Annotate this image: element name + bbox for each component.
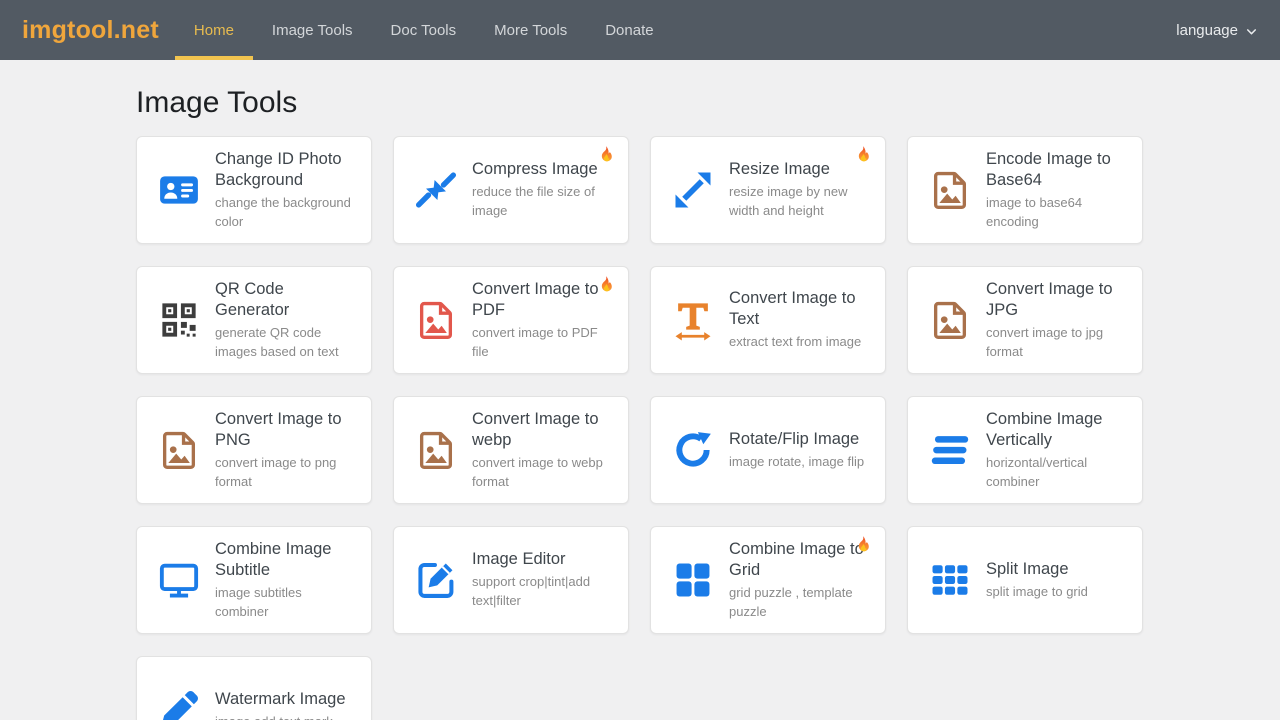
tool-title: Image Editor bbox=[472, 550, 566, 569]
qr-code-icon bbox=[158, 299, 200, 341]
nav-item-more-tools[interactable]: More Tools bbox=[475, 0, 586, 60]
tool-card-convert-image-to-webp[interactable]: Convert Image to webp convert image to w… bbox=[393, 396, 629, 504]
tool-card-combine-image-vertically[interactable]: Combine Image Vertically horizontal/vert… bbox=[907, 396, 1143, 504]
tool-card-convert-image-to-text[interactable]: Convert Image to Text extract text from … bbox=[650, 266, 886, 374]
file-image-icon bbox=[929, 299, 971, 341]
file-image-icon bbox=[158, 429, 200, 471]
tool-title: Combine Image Subtitle bbox=[215, 539, 332, 579]
tool-card-compress-image[interactable]: Compress Image reduce the file size of i… bbox=[393, 136, 629, 244]
tool-desc: resize image by new width and height bbox=[729, 184, 848, 219]
tool-desc: convert image to webp format bbox=[472, 454, 603, 489]
flame-icon bbox=[854, 535, 872, 553]
tool-title: Convert Image to PDF bbox=[472, 279, 599, 319]
navbar: imgtool.net Home Image Tools Doc Tools M… bbox=[0, 0, 1280, 60]
tool-title: Compress Image bbox=[472, 160, 598, 179]
text-width-icon bbox=[672, 299, 714, 341]
nav-item-donate[interactable]: Donate bbox=[586, 0, 672, 60]
tool-card-convert-image-to-pdf[interactable]: Convert Image to PDF convert image to PD… bbox=[393, 266, 629, 374]
tool-title: Rotate/Flip Image bbox=[729, 429, 860, 448]
bars-icon bbox=[929, 429, 971, 471]
grid-3x3-icon bbox=[929, 559, 971, 601]
tool-title: Encode Image to Base64 bbox=[986, 149, 1111, 189]
flame-icon bbox=[854, 145, 872, 163]
tool-desc: convert image to jpg format bbox=[986, 324, 1104, 359]
tool-title: Split Image bbox=[986, 559, 1069, 578]
compress-icon bbox=[415, 169, 457, 211]
chevron-down-icon bbox=[1245, 25, 1258, 38]
tool-desc: image rotate, image flip bbox=[729, 453, 865, 469]
file-image-icon bbox=[929, 169, 971, 211]
tool-desc: image to base64 encoding bbox=[986, 194, 1083, 229]
tool-title: Watermark Image bbox=[215, 689, 346, 708]
tool-card-watermark-image[interactable]: Watermark Image image add text mark bbox=[136, 656, 372, 720]
tool-title: Convert Image to webp bbox=[472, 409, 599, 449]
file-image-icon bbox=[415, 299, 457, 341]
rotate-icon bbox=[672, 429, 714, 471]
tool-title: Combine Image to Grid bbox=[729, 539, 864, 579]
tool-desc: convert image to PDF file bbox=[472, 324, 598, 359]
tool-desc: image add text mark bbox=[215, 713, 358, 720]
tool-card-rotate-flip-image[interactable]: Rotate/Flip Image image rotate, image fl… bbox=[650, 396, 886, 504]
language-label: language bbox=[1176, 21, 1238, 39]
brand-logo[interactable]: imgtool.net bbox=[22, 16, 159, 45]
tool-card-resize-image[interactable]: Resize Image resize image by new width a… bbox=[650, 136, 886, 244]
tool-desc: extract text from image bbox=[729, 334, 862, 350]
flame-icon bbox=[597, 275, 615, 293]
tool-card-encode-image-to-base64[interactable]: Encode Image to Base64 image to base64 e… bbox=[907, 136, 1143, 244]
tool-desc: convert image to png format bbox=[215, 454, 337, 489]
nav-item-doc-tools[interactable]: Doc Tools bbox=[372, 0, 476, 60]
tool-card-combine-image-to-grid[interactable]: Combine Image to Grid grid puzzle , temp… bbox=[650, 526, 886, 634]
tool-card-convert-image-to-jpg[interactable]: Convert Image to JPG convert image to jp… bbox=[907, 266, 1143, 374]
tool-desc: reduce the file size of image bbox=[472, 184, 595, 219]
tool-card-image-editor[interactable]: Image Editor support crop|tint|add text|… bbox=[393, 526, 629, 634]
tool-card-change-id-photo-background[interactable]: Change ID Photo Background change the ba… bbox=[136, 136, 372, 244]
monitor-icon bbox=[158, 559, 200, 601]
grid-2x2-icon bbox=[672, 559, 714, 601]
tool-desc: horizontal/vertical combiner bbox=[986, 454, 1088, 489]
tool-title: Convert Image to JPG bbox=[986, 279, 1113, 319]
tool-title: Combine Image Vertically bbox=[986, 409, 1103, 449]
tool-desc: change the background color bbox=[215, 194, 351, 229]
tool-card-split-image[interactable]: Split Image split image to grid bbox=[907, 526, 1143, 634]
tool-desc: image subtitles combiner bbox=[215, 584, 302, 619]
tools-grid: Change ID Photo Background change the ba… bbox=[136, 136, 1143, 720]
language-menu[interactable]: language bbox=[1176, 0, 1258, 60]
page-title: Image Tools bbox=[136, 86, 298, 119]
main-nav: Home Image Tools Doc Tools More Tools Do… bbox=[174, 0, 673, 60]
tool-title: Convert Image to Text bbox=[729, 288, 856, 329]
tool-title: Convert Image to PNG bbox=[215, 409, 342, 449]
tool-card-combine-image-subtitle[interactable]: Combine Image Subtitle image subtitles c… bbox=[136, 526, 372, 634]
pen-icon bbox=[158, 689, 200, 720]
id-card-icon bbox=[158, 169, 200, 211]
tool-desc: support crop|tint|add text|filter bbox=[472, 574, 591, 609]
tool-title: QR Code Generator bbox=[215, 279, 290, 319]
tool-card-qr-code-generator[interactable]: QR Code Generator generate QR code image… bbox=[136, 266, 372, 374]
content: Image Tools Change ID Photo Background c… bbox=[136, 86, 1143, 720]
tool-desc: grid puzzle , template puzzle bbox=[729, 584, 853, 619]
nav-item-home[interactable]: Home bbox=[174, 0, 253, 60]
tool-card-convert-image-to-png[interactable]: Convert Image to PNG convert image to pn… bbox=[136, 396, 372, 504]
flame-icon bbox=[597, 145, 615, 163]
expand-arrows-icon bbox=[672, 169, 714, 211]
nav-item-image-tools[interactable]: Image Tools bbox=[253, 0, 372, 60]
tool-desc: split image to grid bbox=[986, 583, 1088, 599]
file-image-icon bbox=[415, 429, 457, 471]
tool-desc: generate QR code images based on text bbox=[215, 324, 339, 359]
tool-title: Resize Image bbox=[729, 160, 830, 179]
tool-title: Change ID Photo Background bbox=[215, 149, 342, 189]
edit-icon bbox=[415, 559, 457, 601]
